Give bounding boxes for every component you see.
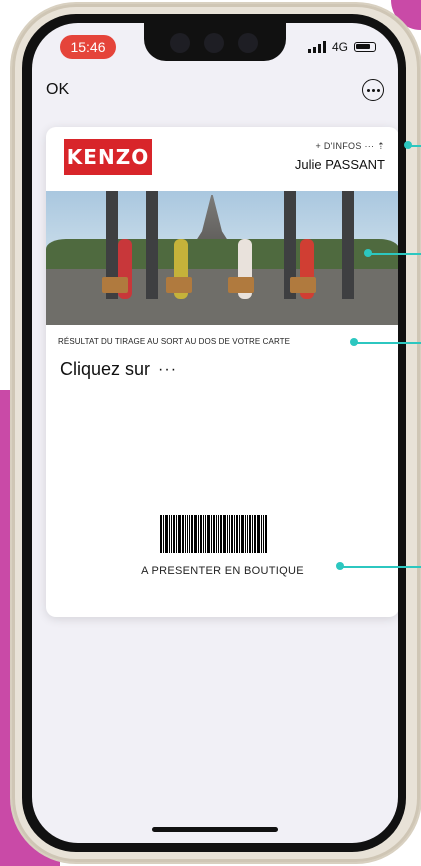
photo-suitcase — [166, 277, 192, 293]
photo-suitcase — [228, 277, 254, 293]
callout-dot — [404, 141, 412, 149]
barcode-bar — [254, 515, 256, 553]
callout-dot — [350, 338, 358, 346]
wallet-pass-card[interactable]: KENZO + D'INFOS ··· ⇡ Julie PASSANT RÉSU… — [46, 127, 398, 617]
barcode-bar — [239, 515, 240, 553]
barcode-bar — [169, 515, 170, 553]
photo-pillar — [342, 191, 354, 299]
barcode-icon — [160, 515, 268, 553]
callout-line — [370, 253, 421, 255]
callout-line — [356, 342, 421, 344]
ok-button[interactable]: OK — [46, 81, 69, 99]
barcode-bar — [173, 515, 175, 553]
barcode-bar — [185, 515, 186, 553]
callout-line — [342, 566, 421, 568]
phone-screen: 15:46 4G OK KENZO + D'INFOS ··· ⇡ Julie … — [32, 23, 398, 843]
barcode-bar — [178, 515, 181, 553]
barcode-bar — [163, 515, 164, 553]
more-options-icon[interactable] — [362, 79, 384, 101]
barcode-bar — [211, 515, 212, 553]
barcode-bar — [249, 515, 251, 553]
barcode-bar — [176, 515, 177, 553]
barcode-bar — [263, 515, 264, 553]
brand-logo: KENZO — [64, 139, 152, 175]
barcode-bar — [187, 515, 188, 553]
barcode-bar — [252, 515, 253, 553]
signal-icon — [307, 41, 326, 53]
barcode-bar — [207, 515, 210, 553]
notch — [144, 23, 286, 61]
network-label: 4G — [331, 40, 348, 54]
home-indicator[interactable] — [152, 827, 278, 832]
barcode-bar — [236, 515, 238, 553]
callout-dot — [364, 249, 372, 257]
barcode-bar — [257, 515, 260, 553]
barcode-bar — [216, 515, 217, 553]
battery-icon — [354, 42, 376, 52]
barcode-bar — [241, 515, 244, 553]
barcode-bar — [227, 515, 228, 553]
barcode-bar — [213, 515, 215, 553]
cta-dots: ··· — [158, 360, 178, 378]
barcode-bar — [229, 515, 230, 553]
barcode-bar — [223, 515, 226, 553]
notch-camera — [238, 33, 258, 53]
photo-pillar — [146, 191, 158, 299]
barcode-bar — [247, 515, 248, 553]
draw-result-note: RÉSULTAT DU TIRAGE AU SORT AU DOS DE VOT… — [58, 337, 291, 346]
barcode-bar — [189, 515, 190, 553]
barcode-bar — [203, 515, 204, 553]
barcode-bar — [265, 515, 267, 553]
barcode-bar — [160, 515, 162, 553]
more-info-link[interactable]: + D'INFOS ··· ⇡ — [315, 141, 385, 152]
barcode-bar — [245, 515, 246, 553]
notch-sensor — [170, 33, 190, 53]
barcode-bar — [194, 515, 197, 553]
cta-label: Cliquez sur — [60, 359, 151, 379]
barcode-bar — [182, 515, 184, 553]
barcode-bar — [205, 515, 206, 553]
campaign-photo — [46, 191, 398, 325]
barcode-bar — [191, 515, 193, 553]
barcode-bar — [234, 515, 235, 553]
barcode-bar — [200, 515, 202, 553]
barcode-bar — [218, 515, 219, 553]
barcode-bar — [171, 515, 172, 553]
barcode-bar — [220, 515, 222, 553]
status-time[interactable]: 15:46 — [60, 35, 116, 59]
notch-sensor — [204, 33, 224, 53]
barcode-bar — [198, 515, 199, 553]
barcode-bar — [231, 515, 233, 553]
call-to-action[interactable]: Cliquez sur ··· — [60, 359, 177, 380]
barcode-bar — [261, 515, 262, 553]
photo-suitcase — [290, 277, 316, 293]
barcode-bar — [165, 515, 168, 553]
photo-suitcase — [102, 277, 128, 293]
card-holder-name: Julie PASSANT — [294, 157, 385, 172]
status-indicators: 4G — [307, 39, 376, 55]
callout-dot — [336, 562, 344, 570]
